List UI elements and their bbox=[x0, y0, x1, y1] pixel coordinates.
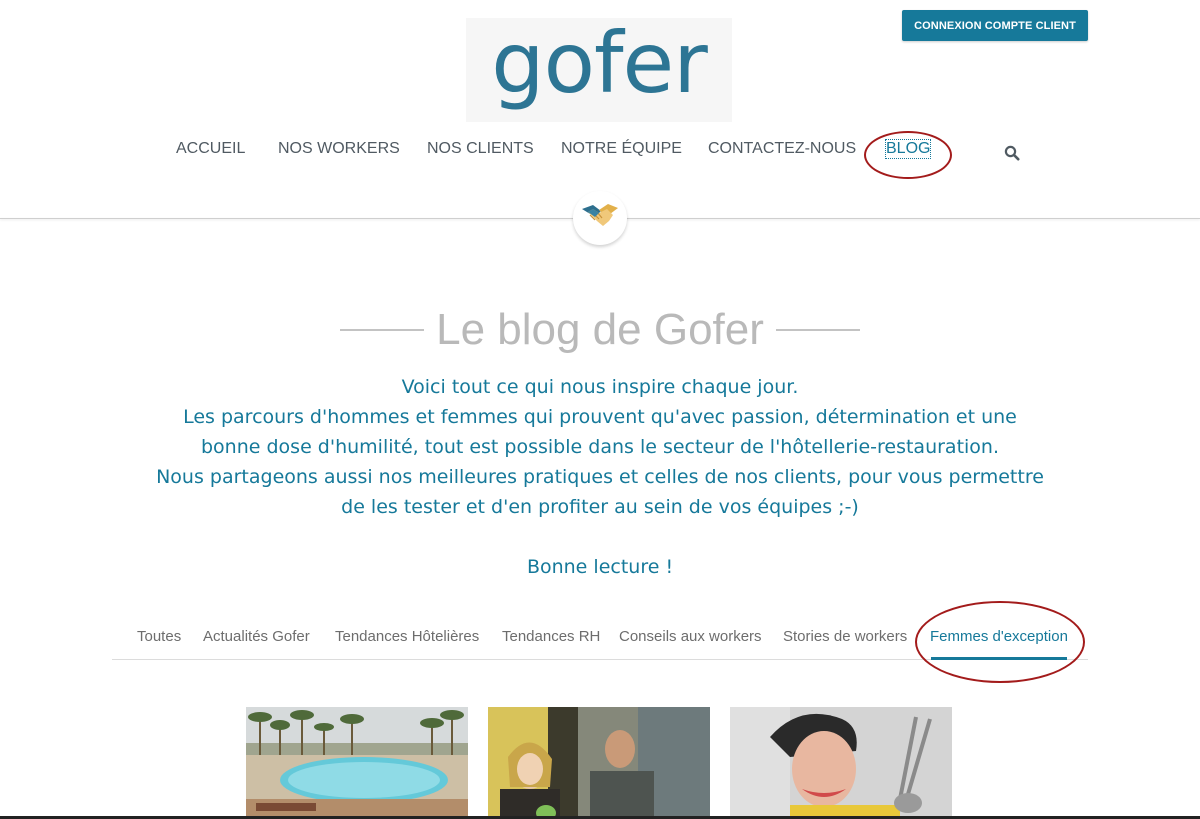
article-thumbnail-portrait[interactable] bbox=[730, 707, 952, 819]
nav-item-contactez-nous[interactable]: CONTACTEZ-NOUS bbox=[708, 140, 856, 158]
tab-tendances-hotelieres[interactable]: Tendances Hôtelières bbox=[335, 628, 479, 645]
nav-item-notre-equipe[interactable]: NOTRE ÉQUIPE bbox=[561, 140, 682, 158]
closing-text: Bonne lecture ! bbox=[526, 556, 674, 578]
tab-conseils-aux-workers[interactable]: Conseils aux workers bbox=[619, 628, 762, 645]
article-thumbnail-pool[interactable] bbox=[246, 707, 468, 819]
tab-stories-de-workers[interactable]: Stories de workers bbox=[783, 628, 907, 645]
nav-item-nos-clients[interactable]: NOS CLIENTS bbox=[427, 140, 534, 158]
nav-item-accueil[interactable]: ACCUEIL bbox=[176, 140, 245, 158]
gofer-logo[interactable]: gofer bbox=[466, 14, 732, 122]
annotation-circle-tab bbox=[915, 601, 1085, 683]
handshake-badge bbox=[573, 191, 627, 245]
search-icon[interactable] bbox=[1004, 145, 1020, 161]
intro-line: de les tester et d'en profiter au sein d… bbox=[341, 496, 859, 518]
intro-line: Les parcours d'hommes et femmes qui prou… bbox=[183, 406, 1017, 428]
intro-line: Voici tout ce qui nous inspire chaque jo… bbox=[401, 376, 799, 398]
article-thumbnail-duo[interactable] bbox=[488, 707, 710, 819]
tab-actualites-gofer[interactable]: Actualités Gofer bbox=[203, 628, 310, 645]
title-rule-right bbox=[776, 329, 860, 331]
tab-toutes[interactable]: Toutes bbox=[137, 628, 181, 645]
client-login-button[interactable]: CONNEXION COMPTE CLIENT bbox=[902, 10, 1088, 41]
handshake-icon bbox=[582, 204, 618, 226]
annotation-circle-blog bbox=[864, 131, 952, 179]
nav-item-nos-workers[interactable]: NOS WORKERS bbox=[278, 140, 400, 158]
logo-text: gofer bbox=[491, 14, 708, 112]
intro-line: Nous partageons aussi nos meilleures pra… bbox=[156, 466, 1044, 488]
blog-intro: Voici tout ce qui nous inspire chaque jo… bbox=[100, 372, 1100, 522]
main-nav: ACCUEIL NOS WORKERS NOS CLIENTS NOTRE ÉQ… bbox=[0, 139, 1200, 164]
intro-line: bonne dose d'humilité, tout est possible… bbox=[201, 436, 999, 458]
tab-tendances-rh[interactable]: Tendances RH bbox=[502, 628, 600, 645]
